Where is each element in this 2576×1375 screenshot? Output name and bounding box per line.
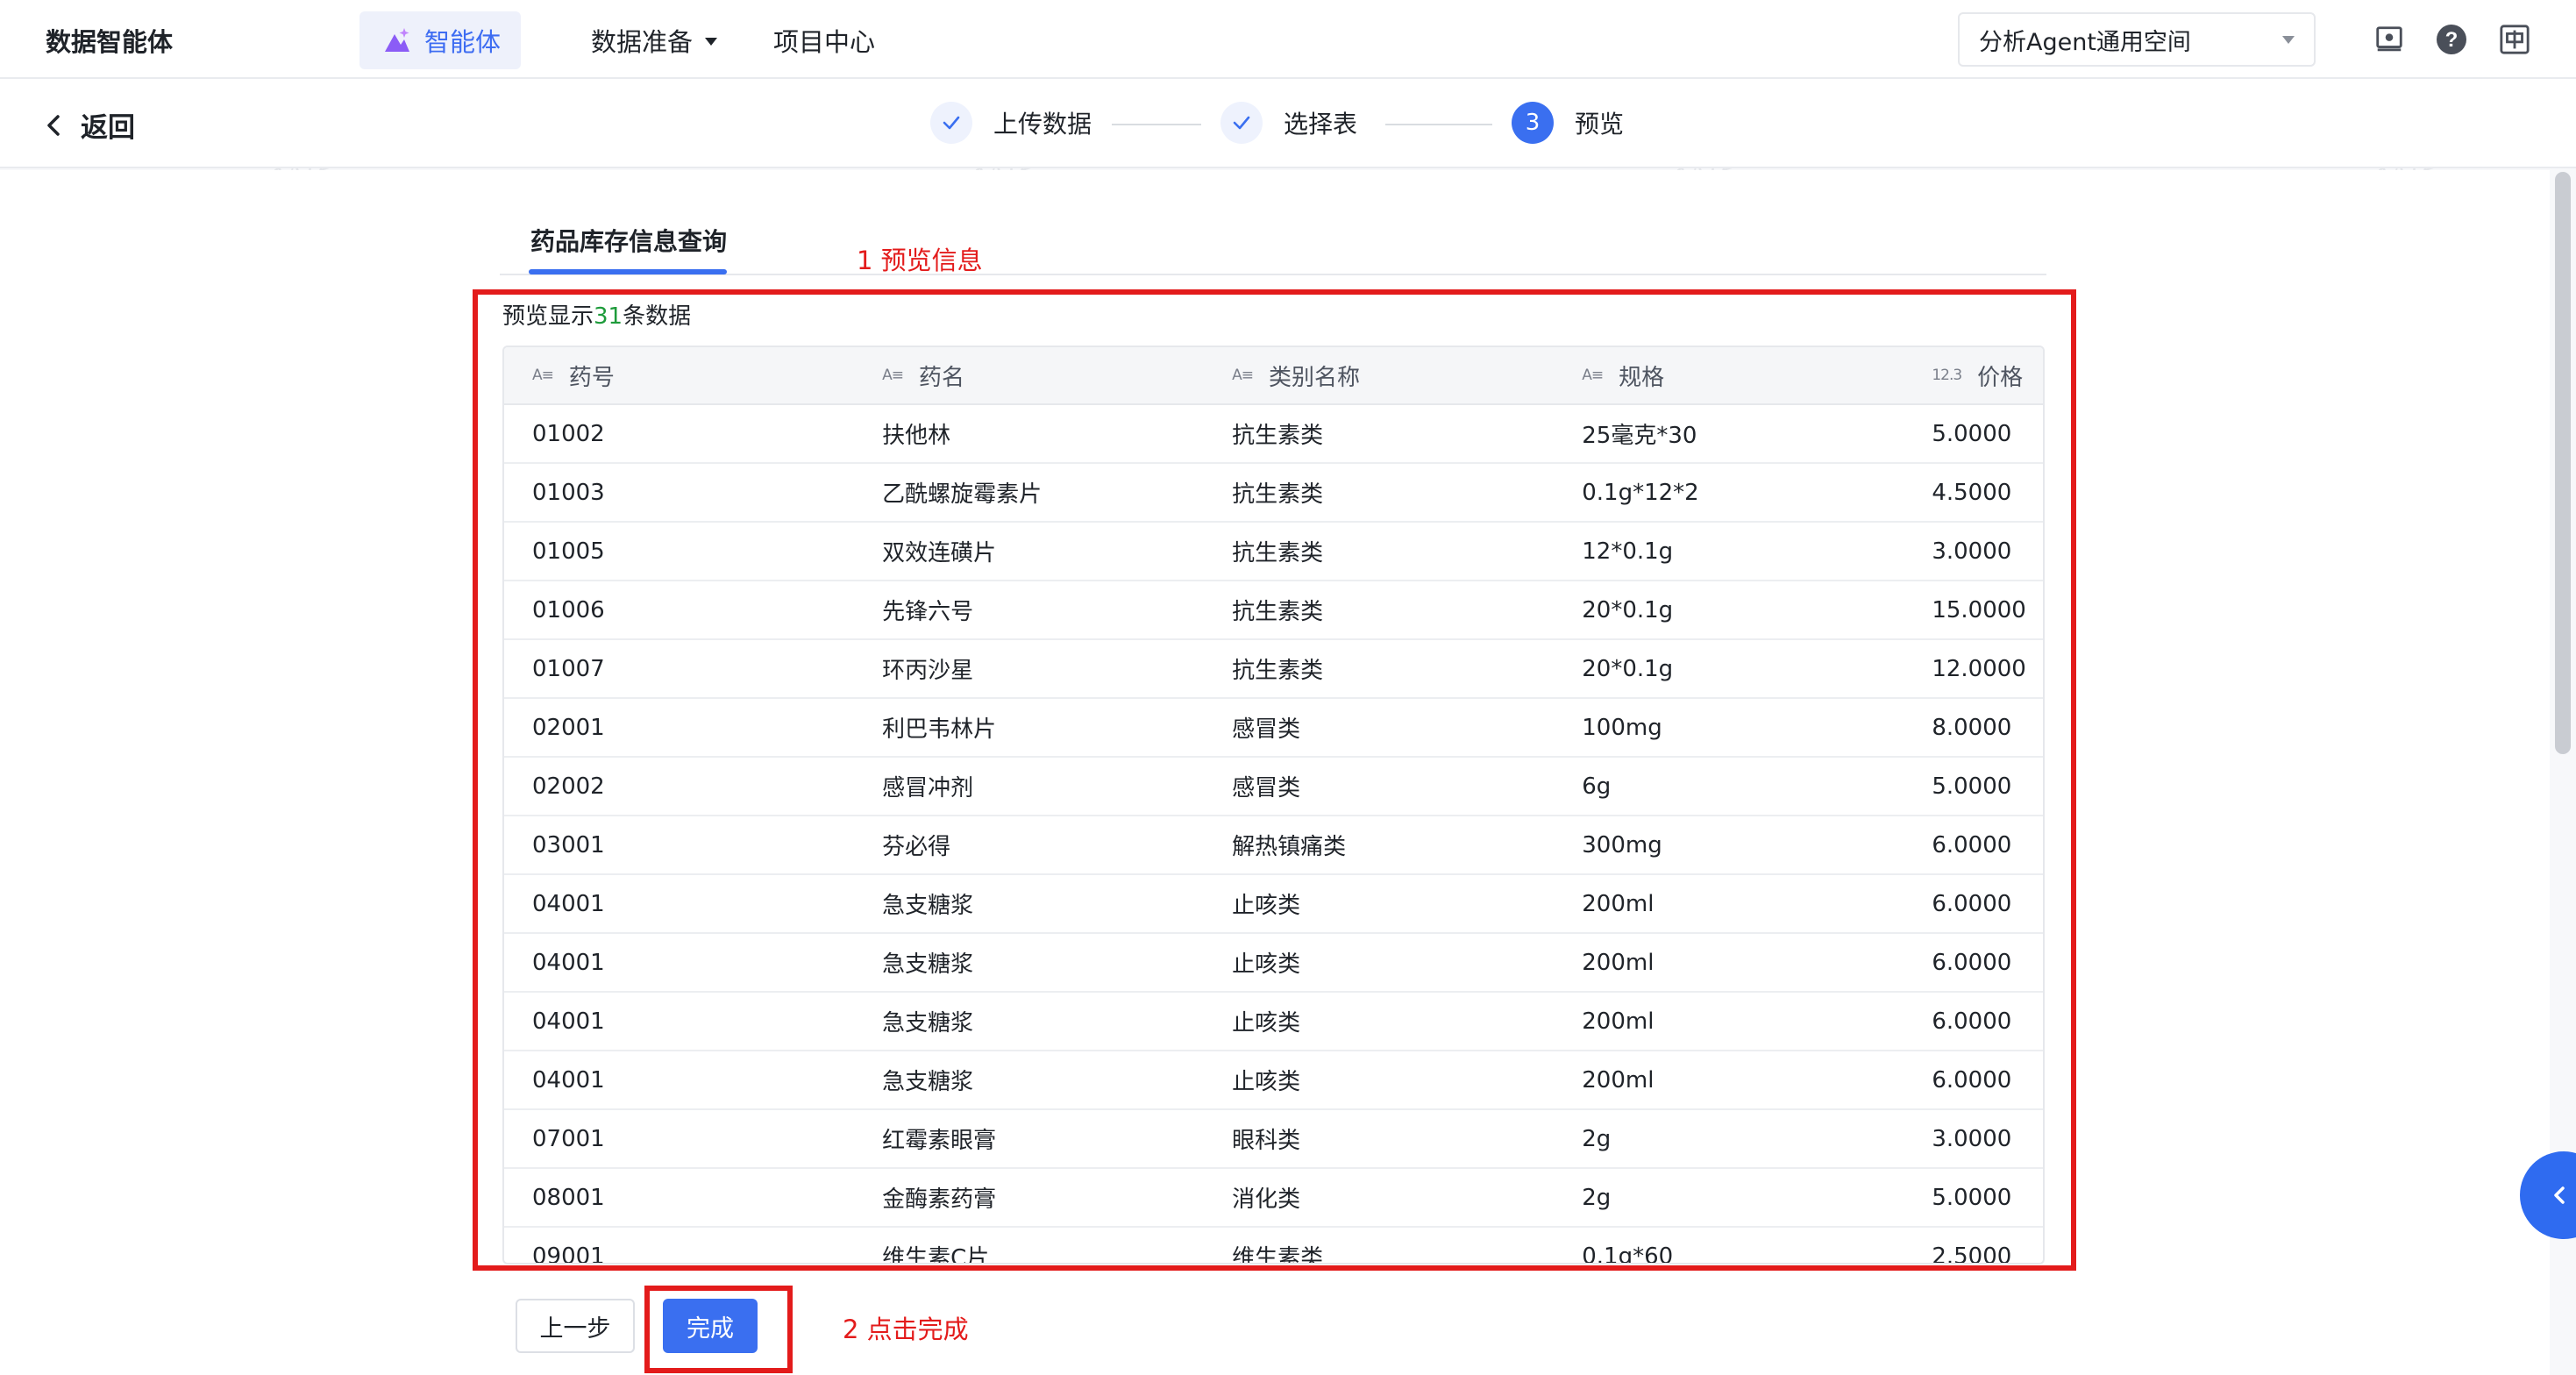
nav-item-projects[interactable]: 项目中心 [773, 22, 875, 59]
top-navigation-bar: 数据智能体 智能体 数据准备 项目中心 分析Agent通用空间 ? [0, 0, 2576, 79]
workspace-select[interactable]: 分析Agent通用空间 [1958, 12, 2316, 67]
screen-settings-icon[interactable] [2373, 23, 2406, 56]
step-connector [1112, 124, 1201, 125]
step-connector [1385, 124, 1492, 125]
tab-active-indicator [529, 269, 727, 274]
check-icon [943, 116, 960, 130]
chevron-left-icon [2554, 1186, 2565, 1204]
check-icon [1233, 116, 1250, 130]
back-button[interactable]: 返回 [42, 105, 135, 145]
step-preview: 3 预览 [1512, 102, 1624, 144]
step-label: 预览 [1575, 110, 1625, 139]
annotation-click-done: 2 点击完成 [843, 1314, 969, 1344]
caret-down-icon [2282, 35, 2295, 44]
caret-down-icon [705, 37, 718, 46]
help-icon[interactable]: ? [2435, 23, 2468, 56]
previous-step-button[interactable]: 上一步 [516, 1299, 635, 1353]
step-done-marker [930, 102, 972, 144]
tab-drug-inventory[interactable]: 药品库存信息查询 [530, 223, 727, 258]
mountain-sparkle-icon [385, 28, 409, 52]
nav-item-agent-label: 智能体 [424, 27, 502, 57]
step-done-marker [1220, 102, 1263, 144]
annotation-preview-info: 1 预览信息 [857, 246, 983, 275]
workspace-select-value: 分析Agent通用空间 [1979, 28, 2191, 56]
brand-title: 数据智能体 [46, 27, 174, 57]
step-upload-data: 上传数据 [930, 102, 1092, 144]
chevron-left-icon [47, 114, 60, 136]
nav-item-agent[interactable]: 智能体 [359, 11, 521, 69]
step-label: 选择表 [1284, 110, 1358, 139]
step-label: 上传数据 [993, 110, 1092, 139]
back-button-label: 返回 [81, 112, 135, 144]
annotation-highlight-done [644, 1286, 793, 1373]
tab-bar-divider [500, 274, 2046, 275]
nav-item-data-prep[interactable]: 数据准备 [591, 22, 718, 59]
step-current-marker: 3 [1512, 102, 1554, 144]
scrollbar-thumb[interactable] [2555, 172, 2571, 754]
svg-text:?: ? [2445, 28, 2459, 52]
language-zh-icon[interactable] [2498, 23, 2531, 56]
annotation-highlight-table [473, 289, 2076, 1271]
nav-item-data-prep-label: 数据准备 [591, 27, 694, 57]
step-select-table: 选择表 [1220, 102, 1357, 144]
